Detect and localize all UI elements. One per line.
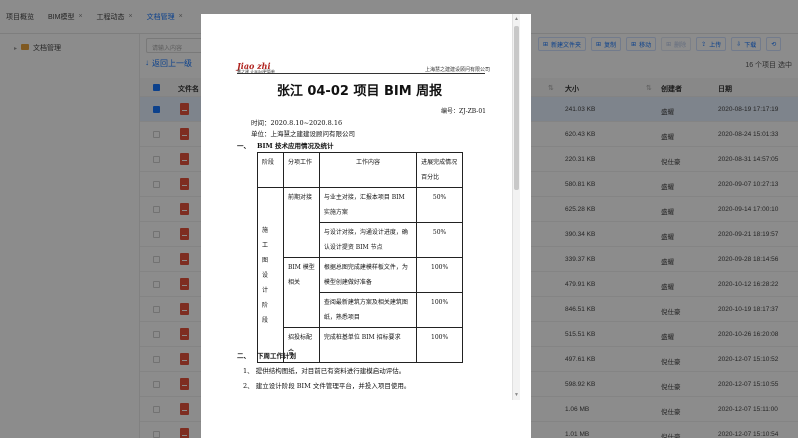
viewer-scrollbar[interactable]: ▲ ▼ xyxy=(512,14,520,400)
report-number: 编号：ZJ-ZB-01 xyxy=(441,108,486,115)
section-heading: 一、 BIM 技术应用情况及统计 xyxy=(237,140,334,150)
content-cell: 与业主对接，汇报本项目 BIM 实施方案 xyxy=(318,187,418,223)
header-rule xyxy=(237,73,485,74)
content-cell: 查阅最新建筑方案及相关建筑图纸，熟悉项目 xyxy=(318,292,418,328)
table-header-cell: 工作内容 xyxy=(318,152,418,188)
section-title: BIM 技术应用情况及统计 xyxy=(257,142,334,150)
pct-cell: 50% xyxy=(416,222,463,258)
plan-item: 2、 建立设计阶段 BIM 文件管理平台，并投入项目使用。 xyxy=(243,382,411,390)
content-cell: 与设计对接，沟通设计进度，确认设计提资 BIM 节点 xyxy=(318,222,418,258)
content-cell: 根据总图完成建模样板文件，为模型创建做好准备 xyxy=(318,257,418,293)
table-header-cell: 分项工作 xyxy=(282,152,320,188)
report-time: 时间：2020.8.10~2020.8.16 xyxy=(251,119,343,127)
scrollbar-thumb[interactable] xyxy=(514,26,519,190)
header-company: 上海慧之建建设顾问有限公司 xyxy=(425,67,491,73)
task-cell: BIM 模型相关 xyxy=(282,257,320,328)
plan-item: 1、 提供结构图纸，对目前已有资料进行建模启动评估。 xyxy=(243,367,406,375)
pct-cell: 100% xyxy=(416,257,463,293)
app-root: { "tabs":[ {"label":"项目概览","close":""}, … xyxy=(0,0,798,438)
table-header-cell: 阶段 xyxy=(257,152,284,188)
section-title: 下周工作计划 xyxy=(257,352,296,360)
pct-cell: 100% xyxy=(416,292,463,328)
scroll-down-icon[interactable]: ▼ xyxy=(514,392,519,398)
report-unit: 单位：上海慧之建建设顾问有限公司 xyxy=(251,130,355,138)
logo-tagline: 慧之建 让BIM更简单 xyxy=(237,69,275,74)
stage-cell: 施工图设计阶段 xyxy=(257,187,284,363)
pct-cell: 50% xyxy=(416,187,463,223)
pdf-page: Jiao zhi 慧之建 让BIM更简单 上海慧之建建设顾问有限公司 张江 04… xyxy=(207,14,512,400)
work-table: 阶段 分项工作 工作内容 进展完成情况百分比 施工图设计阶段 前期对接 与业主对… xyxy=(257,152,463,363)
section-number: 二、 xyxy=(237,352,250,360)
report-title: 张江 04-02 项目 BIM 周报 xyxy=(276,84,443,99)
task-cell: 前期对接 xyxy=(282,187,320,258)
section-number: 一、 xyxy=(237,142,250,150)
section-heading: 二、 下周工作计划 xyxy=(237,350,296,360)
pct-cell: 100% xyxy=(416,327,463,363)
table-header-cell: 进展完成情况百分比 xyxy=(416,152,463,188)
scroll-up-icon[interactable]: ▲ xyxy=(514,16,519,22)
content-cell: 完成桩基单位 BIM 招标要求 xyxy=(318,327,418,363)
